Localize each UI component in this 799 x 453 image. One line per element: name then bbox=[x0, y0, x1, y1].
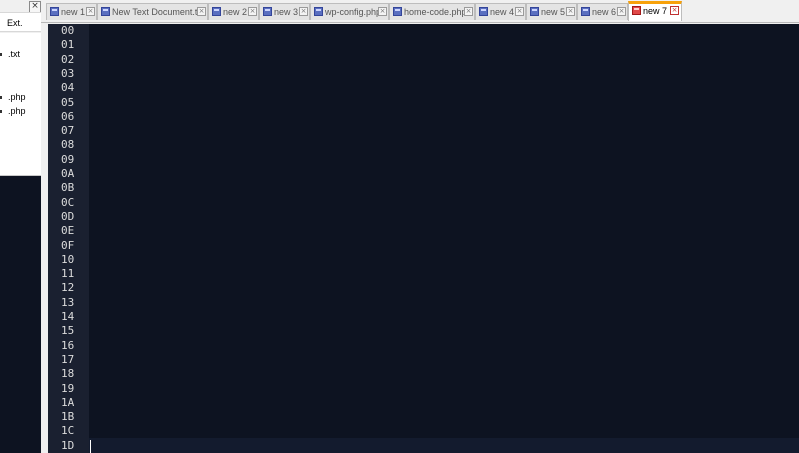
document-icon bbox=[263, 7, 272, 16]
tab-label: new 2 bbox=[223, 7, 248, 17]
tab-label: new 3 bbox=[274, 7, 299, 17]
line-number: 0F bbox=[61, 238, 75, 252]
line-number: 10 bbox=[61, 252, 75, 266]
close-icon[interactable]: × bbox=[86, 7, 95, 16]
close-icon[interactable]: × bbox=[617, 7, 626, 16]
tab-label: new 1 bbox=[61, 7, 86, 17]
close-icon[interactable]: × bbox=[197, 7, 206, 16]
panel-empty-area bbox=[0, 176, 41, 453]
tab-home-code[interactable]: home-code.php × bbox=[389, 3, 475, 20]
ext-column-header[interactable]: Ext. bbox=[0, 12, 41, 32]
document-icon bbox=[530, 7, 539, 16]
document-icon bbox=[581, 7, 590, 16]
file-list-item[interactable]: .php bbox=[0, 92, 26, 102]
file-list: .txt .php .php bbox=[0, 33, 41, 176]
tab-label: New Text Document.txt bbox=[112, 7, 205, 17]
line-number: 0E bbox=[61, 224, 75, 238]
line-number: 04 bbox=[61, 81, 75, 95]
line-number: 1D bbox=[61, 438, 75, 452]
line-number: 17 bbox=[61, 352, 75, 366]
line-number: 07 bbox=[61, 124, 75, 138]
document-icon bbox=[212, 7, 221, 16]
file-panel: × Ext. .txt .php .php bbox=[0, 0, 41, 453]
line-number: 0B bbox=[61, 181, 75, 195]
close-icon[interactable]: × bbox=[464, 7, 473, 16]
tab-label: new 5 bbox=[541, 7, 566, 17]
line-number: 13 bbox=[61, 295, 75, 309]
close-icon[interactable]: × bbox=[515, 7, 524, 16]
tab-new-3[interactable]: new 3 × bbox=[259, 3, 310, 20]
file-list-item[interactable]: .txt bbox=[0, 49, 20, 59]
current-line-highlight bbox=[89, 438, 799, 453]
document-icon bbox=[479, 7, 488, 16]
tab-new-4[interactable]: new 4 × bbox=[475, 3, 526, 20]
tab-label: home-code.php bbox=[404, 7, 467, 17]
tab-bar: new 1 × New Text Document.txt × new 2 × … bbox=[41, 0, 799, 23]
file-list-item[interactable]: .php bbox=[0, 106, 26, 116]
tab-new-2[interactable]: new 2 × bbox=[208, 3, 259, 20]
tab-new-5[interactable]: new 5 × bbox=[526, 3, 577, 20]
line-number: 15 bbox=[61, 324, 75, 338]
line-number: 03 bbox=[61, 66, 75, 80]
line-number: 16 bbox=[61, 338, 75, 352]
tab-new-7[interactable]: new 7 × bbox=[628, 1, 682, 21]
line-number: 0A bbox=[61, 167, 75, 180]
line-number: 14 bbox=[61, 310, 75, 323]
line-number: 02 bbox=[61, 52, 75, 66]
tab-new-6[interactable]: new 6 × bbox=[577, 3, 628, 20]
close-icon[interactable]: × bbox=[378, 7, 387, 16]
tab-label: new 7 bbox=[643, 6, 668, 16]
line-number: 19 bbox=[61, 381, 75, 395]
line-number: 11 bbox=[61, 267, 75, 281]
document-icon bbox=[101, 7, 110, 16]
line-number: 05 bbox=[61, 95, 75, 109]
tab-wp-config[interactable]: wp-config.php × bbox=[310, 3, 389, 20]
document-icon bbox=[314, 7, 323, 16]
line-number: 00 bbox=[61, 24, 75, 37]
tab-label: wp-config.php bbox=[325, 7, 382, 17]
text-caret bbox=[90, 440, 91, 453]
line-number: 18 bbox=[61, 367, 75, 381]
line-number: 0C bbox=[61, 195, 75, 209]
close-icon[interactable]: × bbox=[566, 7, 575, 16]
line-number: 1B bbox=[61, 410, 75, 424]
tab-new-1[interactable]: new 1 × bbox=[46, 3, 97, 20]
tab-new-text-document[interactable]: New Text Document.txt × bbox=[97, 3, 208, 20]
line-number: 12 bbox=[61, 281, 75, 295]
line-number: 09 bbox=[61, 152, 75, 166]
tab-label: new 6 bbox=[592, 7, 617, 17]
document-icon bbox=[50, 7, 59, 16]
line-number: 01 bbox=[61, 38, 75, 52]
line-number: 1C bbox=[61, 424, 75, 438]
line-number: 08 bbox=[61, 138, 75, 152]
line-number: 1A bbox=[61, 395, 75, 409]
document-icon bbox=[393, 7, 402, 16]
document-modified-icon bbox=[632, 6, 641, 15]
line-number: 06 bbox=[61, 109, 75, 123]
close-icon[interactable]: × bbox=[248, 7, 257, 16]
close-icon[interactable]: × bbox=[670, 6, 679, 15]
line-number-gutter: 00 01 02 03 04 05 06 07 08 09 0A 0B 0C 0D 0E 0F 10 11 12 13… bbox=[48, 24, 89, 453]
tab-label: new 4 bbox=[490, 7, 515, 17]
close-icon[interactable]: × bbox=[299, 7, 308, 16]
line-number: 0D bbox=[61, 209, 75, 223]
editor-area[interactable]: 00 01 02 03 04 05 06 07 08 09 0A 0B 0C 0D 0E 0F 10 11 12 13… bbox=[48, 24, 799, 453]
